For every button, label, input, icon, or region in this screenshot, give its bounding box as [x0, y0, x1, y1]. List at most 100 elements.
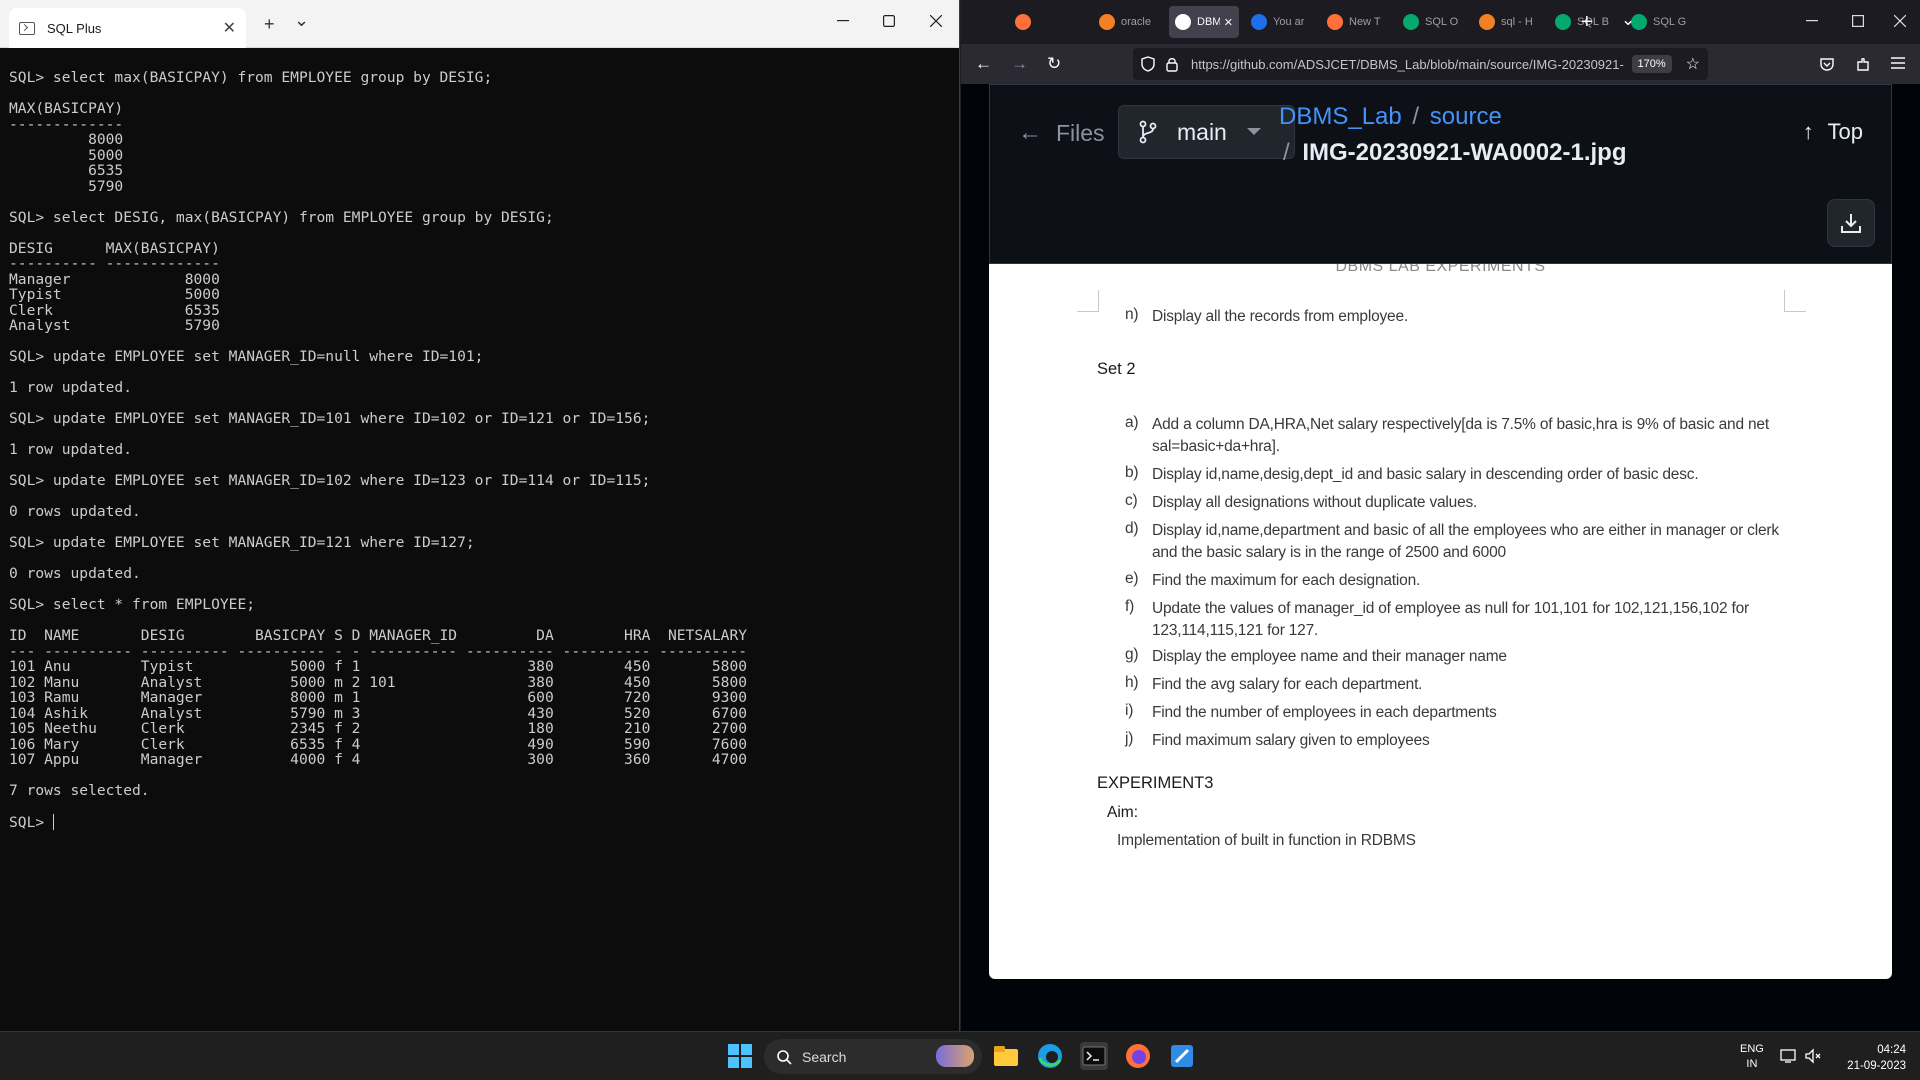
- item-letter: f): [1125, 598, 1135, 615]
- close-tab-icon[interactable]: ✕: [223, 18, 236, 38]
- new-tab-button[interactable]: +: [264, 14, 275, 35]
- browser-tab[interactable]: You ar: [1245, 6, 1315, 38]
- address-bar[interactable]: https://github.com/ADSJCET/DBMS_Lab/blob…: [1133, 48, 1708, 80]
- terminal-line: MAX(BASICPAY): [9, 100, 124, 117]
- taskbar-search[interactable]: Search: [764, 1039, 982, 1074]
- volume-muted-icon[interactable]: [1804, 1048, 1822, 1064]
- bookmark-star-icon[interactable]: ☆: [1686, 54, 1700, 74]
- browser-close-button[interactable]: [1885, 8, 1915, 34]
- browser-tab[interactable]: oracle: [1093, 6, 1163, 38]
- breadcrumb-file-name: IMG-20230921-WA0002-1.jpg: [1302, 139, 1627, 166]
- browser-tab[interactable]: [1009, 6, 1043, 38]
- terminal-line: 0 rows updated.: [9, 503, 141, 520]
- item-text: Find the avg salary for each department.: [1152, 676, 1423, 693]
- minimize-button[interactable]: [828, 8, 858, 34]
- browser-tab-label: You ar: [1273, 16, 1305, 28]
- terminal-tab-title: SQL Plus: [47, 20, 102, 36]
- terminal-app-icon[interactable]: [1080, 1042, 1108, 1070]
- list-tabs-icon[interactable]: ⌄: [1621, 10, 1635, 30]
- extensions-icon[interactable]: [1855, 56, 1871, 72]
- back-icon[interactable]: ←: [975, 54, 992, 74]
- item-letter: c): [1125, 492, 1138, 509]
- document-header: DBMS LAB EXPERIMENTS: [1335, 264, 1546, 275]
- item-letter: b): [1125, 464, 1139, 481]
- breadcrumb-repo-link[interactable]: DBMS_Lab: [1279, 103, 1402, 130]
- top-button[interactable]: ↑ Top: [1803, 119, 1863, 145]
- branch-selector[interactable]: main: [1118, 105, 1295, 159]
- terminal-line: 107 Appu Manager 4000 f 4 300 360 4700: [9, 751, 748, 768]
- forward-icon[interactable]: →: [1011, 54, 1028, 74]
- terminal-window: SQL Plus ✕ + ⌄ SQL> select max(BASICPAY)…: [0, 0, 960, 1031]
- start-button[interactable]: [726, 1042, 754, 1070]
- system-clock[interactable]: 04:24 21-09-2023: [1847, 1042, 1906, 1074]
- item-letter: n): [1125, 306, 1139, 323]
- breadcrumb-separator: /: [1412, 103, 1420, 130]
- github-page: ← Files main DBMS_Lab / source / IMG-202…: [961, 84, 1920, 1031]
- windows-logo-icon: [728, 1044, 752, 1068]
- browser-minimize-button[interactable]: [1797, 8, 1827, 34]
- search-label: Search: [802, 1048, 847, 1065]
- item-letter: e): [1125, 570, 1139, 587]
- browser-tab-label: New T: [1349, 16, 1381, 28]
- arrow-left-icon: ←: [1018, 119, 1042, 146]
- item-letter: a): [1125, 414, 1139, 431]
- arrow-up-icon: ↑: [1802, 119, 1814, 144]
- item-text: Display all the records from employee.: [1152, 308, 1409, 325]
- terminal-line: --- ---------- ---------- ---------- - -…: [9, 642, 748, 660]
- minimize-icon: [837, 20, 849, 22]
- browser-maximize-button[interactable]: [1843, 8, 1873, 34]
- network-icon[interactable]: [1780, 1048, 1798, 1064]
- terminal-line: 1 row updated.: [9, 441, 133, 458]
- menu-icon[interactable]: [1891, 57, 1905, 69]
- paint-app-icon[interactable]: [1168, 1042, 1196, 1070]
- lock-icon: [1166, 58, 1178, 72]
- files-label: Files: [1056, 119, 1105, 146]
- browser-tab[interactable]: DBM ✕: [1169, 6, 1239, 38]
- breadcrumb-dir-link[interactable]: source: [1430, 103, 1502, 130]
- browser-tab-label: DBM: [1197, 16, 1220, 28]
- browser-tab[interactable]: SQL O: [1397, 6, 1467, 38]
- zoom-level[interactable]: 170%: [1631, 55, 1672, 73]
- terminal-line: 106 Mary Clerk 6535 f 4 490 590 7600: [9, 735, 748, 753]
- language-indicator[interactable]: ENG IN: [1740, 1042, 1764, 1072]
- browser-tab[interactable]: SQL G: [1625, 6, 1695, 38]
- item-letter: g): [1125, 646, 1139, 663]
- terminal-output[interactable]: SQL> select max(BASICPAY) from EMPLOYEE …: [0, 48, 959, 1031]
- edge-icon[interactable]: [1036, 1042, 1064, 1070]
- new-tab-icon[interactable]: +: [1581, 11, 1593, 34]
- github-file-header: ← Files main DBMS_Lab / source / IMG-202…: [989, 84, 1892, 264]
- terminal-line: 0 rows updated.: [9, 565, 141, 582]
- shield-icon: [1141, 56, 1155, 72]
- terminal-line: 5790: [9, 177, 124, 195]
- lang-top: ENG: [1740, 1043, 1764, 1055]
- item-letter: i): [1125, 702, 1134, 719]
- stackoverflow-icon: [1479, 14, 1495, 30]
- maximize-button[interactable]: [874, 8, 904, 34]
- terminal-line: SQL> select * from EMPLOYEE;: [9, 596, 256, 613]
- browser-tab-label: oracle: [1121, 16, 1151, 28]
- browser-tab[interactable]: New T: [1321, 6, 1391, 38]
- pocket-icon[interactable]: [1819, 56, 1835, 72]
- tab-dropdown-button[interactable]: ⌄: [294, 10, 309, 31]
- firefox-app-icon[interactable]: [1124, 1042, 1152, 1070]
- item-text: Find maximum salary given to employees: [1152, 732, 1430, 749]
- reload-icon[interactable]: ↻: [1047, 54, 1061, 74]
- stackoverflow-icon: [1099, 14, 1115, 30]
- terminal-line: 8000: [9, 131, 124, 148]
- files-toggle-button[interactable]: ← Files: [1018, 119, 1105, 147]
- file-explorer-icon[interactable]: [992, 1042, 1020, 1070]
- terminal-tab[interactable]: SQL Plus ✕: [9, 8, 246, 48]
- close-tab-icon[interactable]: ✕: [1224, 16, 1233, 29]
- close-window-button[interactable]: [921, 8, 951, 34]
- terminal-line: SQL> update EMPLOYEE set MANAGER_ID=102 …: [9, 472, 651, 489]
- download-button[interactable]: [1827, 199, 1875, 247]
- firefox-icon: [1015, 14, 1031, 30]
- browser-nav-bar: ← → ↻ https://github.com/ADSJCET/DBMS_La…: [961, 44, 1920, 84]
- text-cursor: [52, 814, 55, 830]
- browser-tab[interactable]: sql - H: [1473, 6, 1543, 38]
